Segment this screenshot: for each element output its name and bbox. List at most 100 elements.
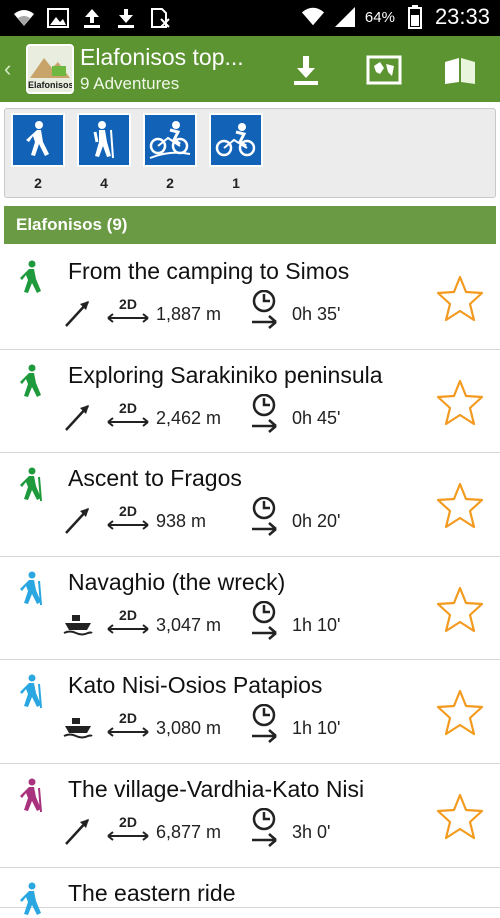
list-item[interactable]: The village-Vardhia-Kato Nisi 2D 6,877 m… [0, 764, 500, 868]
svg-text:2D: 2D [119, 400, 137, 416]
ascent-arrow-icon [65, 404, 89, 431]
filter-count: 1 [232, 175, 240, 191]
no-sim-icon [148, 6, 172, 30]
trekking-icon [20, 467, 42, 502]
mountain-bike-icon [143, 113, 197, 167]
adventure-title: Ascent to Fragos [68, 465, 242, 492]
map-icon [366, 55, 402, 85]
clock-arrow-icon [252, 704, 277, 744]
list-item[interactable]: Navaghio (the wreck) 2D 3,047 m 1h 10' [0, 557, 500, 661]
adventure-title: The village-Vardhia-Kato Nisi [68, 775, 365, 802]
adventure-distance: 3,047 m [156, 614, 222, 635]
book-icon [445, 58, 475, 84]
boat-icon [63, 614, 93, 636]
download-icon [294, 56, 318, 85]
svg-text:2D: 2D [119, 296, 137, 312]
page-title: Elafonisos top... [80, 44, 244, 70]
app-logo[interactable]: Elafonisos [26, 44, 74, 94]
download-button[interactable] [286, 50, 326, 90]
adventure-title: From the camping to Simos [68, 258, 350, 284]
notification-icons [12, 6, 172, 30]
adventure-title: Kato Nisi-Osios Patapios [68, 672, 323, 699]
filter-count: 2 [34, 175, 42, 191]
favorite-star-icon[interactable] [434, 585, 486, 635]
adventure-list: From the camping to Simos 2D 1,887 m 0h … [0, 246, 500, 915]
favorite-star-icon[interactable] [434, 688, 486, 738]
svg-text:2D: 2D [119, 503, 137, 519]
battery-percent: 64% [364, 8, 395, 26]
2d-distance-icon: 2D [107, 400, 149, 427]
adventure-title: The eastern ride [68, 879, 236, 906]
clock-arrow-icon [252, 497, 277, 537]
hiking-icon [20, 260, 41, 293]
cell-signal-icon [333, 5, 357, 29]
back-chevron-icon[interactable]: ‹ [4, 56, 11, 82]
adventure-distance: 1,887 m [156, 304, 222, 324]
battery-icon [403, 5, 427, 29]
2d-distance-icon: 2D [107, 710, 149, 738]
cycling-icon [209, 113, 263, 167]
ascent-arrow-icon [65, 818, 89, 845]
svg-text:2D: 2D [119, 607, 137, 623]
adventure-distance: 938 m [156, 511, 207, 532]
adventure-title: Navaghio (the wreck) [68, 568, 286, 595]
hiking-icon [11, 113, 65, 167]
favorite-star-icon[interactable] [434, 378, 486, 428]
adventure-meta: 2D 3,080 m 1h 10' [62, 704, 422, 744]
filter-cycling[interactable]: 1 [209, 113, 263, 191]
map-button[interactable] [364, 50, 404, 90]
adventure-duration: 0h 45' [292, 407, 341, 428]
2d-distance-icon: 2D [107, 296, 149, 323]
clock-arrow-icon [252, 393, 277, 433]
action-bar: ‹ Elafonisos Elafonisos top... 9 Adventu… [0, 36, 500, 102]
activity-filter-panel: 2 4 2 1 [4, 108, 496, 198]
list-item[interactable]: The eastern ride [0, 868, 500, 915]
adventure-duration: 0h 35' [292, 304, 341, 324]
adventure-duration: 1h 10' [292, 718, 341, 739]
clock-arrow-icon [252, 290, 277, 329]
list-item[interactable]: Ascent to Fragos 2D 938 m 0h 20' [0, 453, 500, 557]
clock-arrow-icon [252, 600, 277, 640]
2d-distance-icon: 2D [107, 503, 149, 530]
adventure-meta: 2D 1,887 m 0h 35' [62, 290, 422, 330]
filter-count: 4 [100, 175, 108, 191]
logo-text: Elafonisos [28, 80, 74, 90]
favorite-star-icon[interactable] [434, 792, 486, 842]
download-icon [114, 6, 138, 30]
list-item[interactable]: Kato Nisi-Osios Patapios 2D 3,080 m 1h 1… [0, 660, 500, 764]
clock-arrow-icon [252, 807, 277, 847]
page-subtitle: 9 Adventures [80, 74, 180, 93]
trekking-icon [20, 882, 41, 915]
adventure-meta: 2D 6,877 m 3h 0' [62, 807, 422, 848]
svg-text:2D: 2D [119, 710, 137, 726]
adventure-duration: 1h 10' [292, 614, 341, 635]
favorite-star-icon[interactable] [434, 274, 486, 324]
svg-text:2D: 2D [119, 814, 137, 830]
ascent-arrow-icon [65, 301, 89, 327]
status-bar: 64% 23:33 [0, 0, 500, 36]
adventure-duration: 3h 0' [292, 821, 331, 842]
filter-mountain-bike[interactable]: 2 [143, 113, 197, 191]
hiking-icon [20, 364, 41, 397]
trekking-icon [20, 778, 42, 813]
adventure-distance: 2,462 m [156, 407, 222, 428]
adventure-meta: 2D 2,462 m 0h 45' [62, 393, 422, 434]
trekking-icon [20, 674, 42, 709]
list-item[interactable]: From the camping to Simos 2D 1,887 m 0h … [0, 246, 500, 350]
filter-hiking[interactable]: 2 [11, 113, 65, 191]
filter-count: 2 [166, 175, 174, 191]
upload-icon [80, 6, 104, 30]
adventure-distance: 6,877 m [156, 821, 222, 842]
image-icon [46, 6, 70, 30]
list-item[interactable]: Exploring Sarakiniko peninsula 2D 2,462 … [0, 350, 500, 454]
status-time: 23:33 [434, 4, 490, 29]
adventure-title: Exploring Sarakiniko peninsula [68, 361, 383, 388]
wifi-icon [12, 6, 36, 30]
ascent-arrow-icon [65, 508, 89, 535]
boat-icon [63, 718, 93, 739]
guide-book-button[interactable] [440, 50, 480, 90]
adventure-meta: 2D 938 m 0h 20' [62, 497, 422, 537]
favorite-star-icon[interactable] [434, 481, 486, 531]
filter-trekking[interactable]: 4 [77, 113, 131, 191]
adventure-distance: 3,080 m [156, 718, 222, 739]
